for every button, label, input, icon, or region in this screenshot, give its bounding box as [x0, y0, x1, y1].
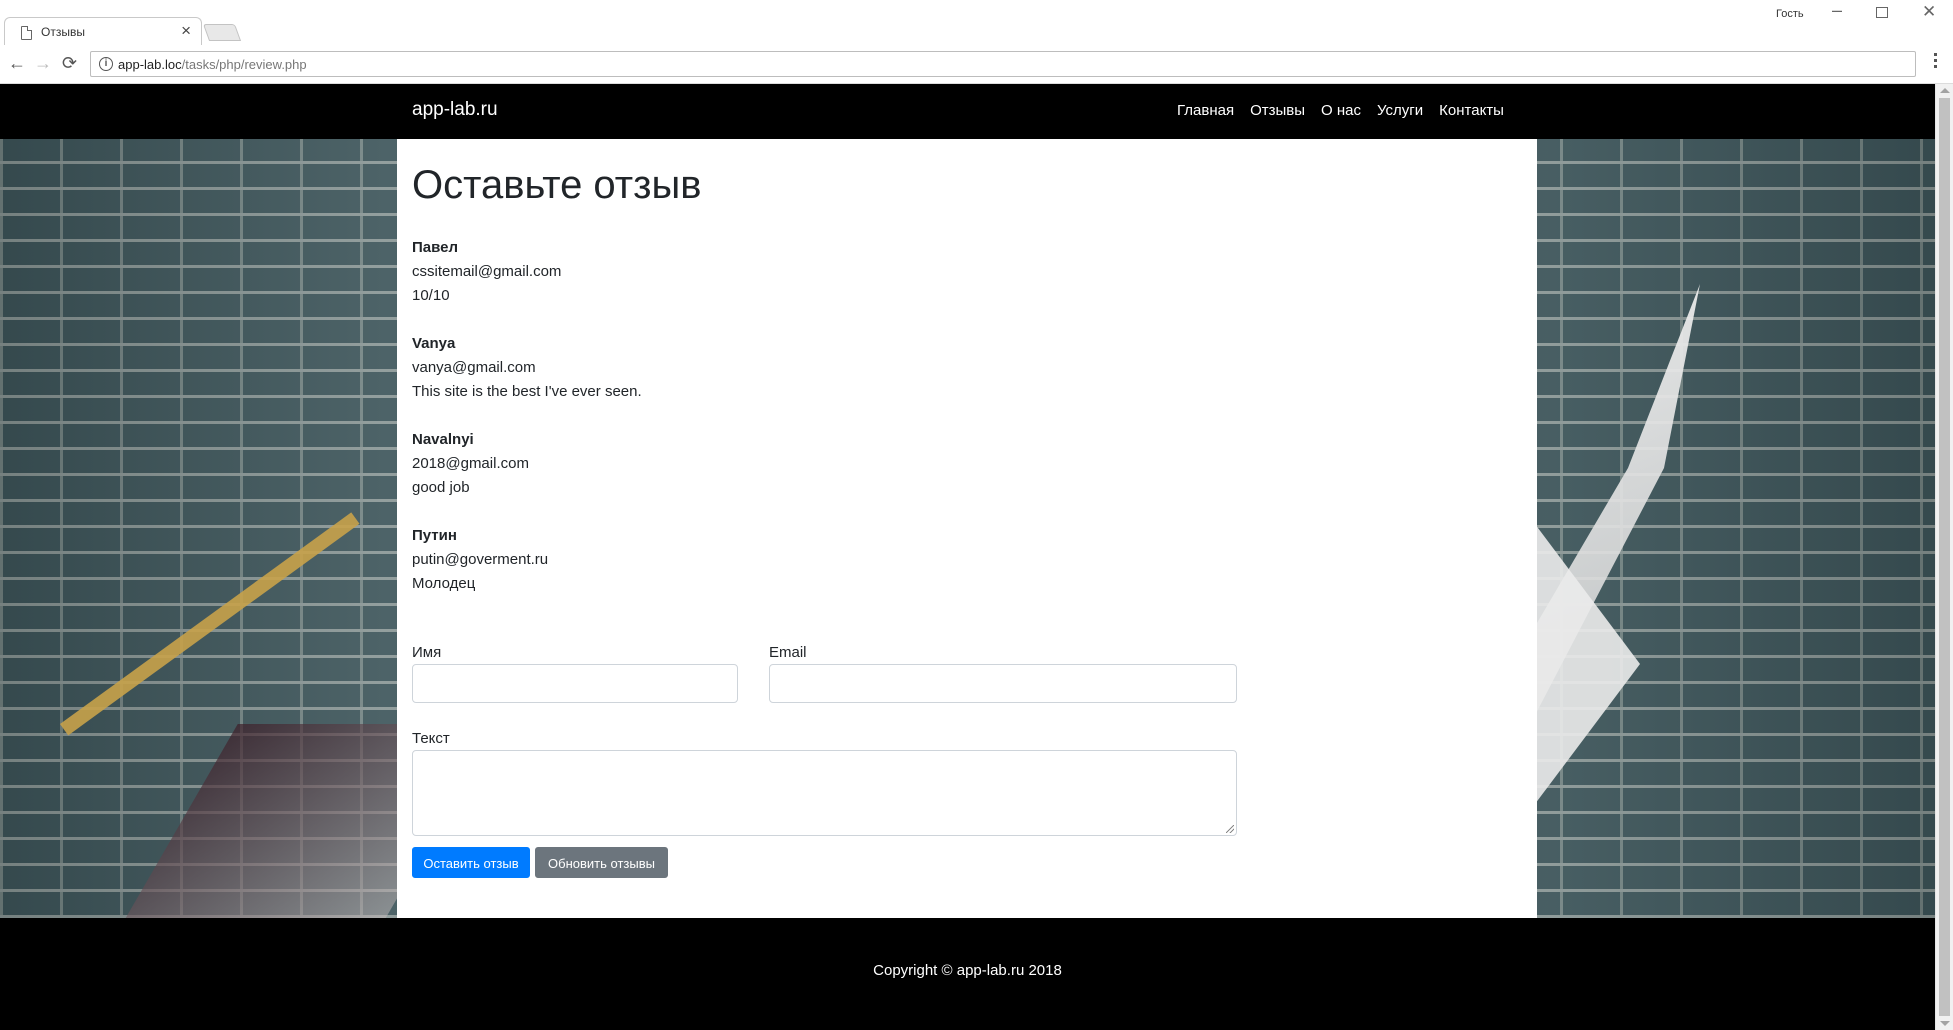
info-icon[interactable]: i [99, 57, 113, 71]
url-path: /tasks/php/review.php [181, 57, 307, 72]
review-list: Павел cssitemail@gmail.com 10/10 Vanya v… [412, 236, 1212, 620]
nav-link-contacts[interactable]: Контакты [1439, 102, 1504, 119]
page-scrollbar[interactable] [1935, 84, 1953, 1030]
site-brand[interactable]: app-lab.ru [412, 99, 498, 121]
forward-arrow-icon[interactable]: → [34, 53, 52, 73]
copyright-text: Copyright © app-lab.ru 2018 [873, 962, 1062, 979]
nav-link-home[interactable]: Главная [1177, 102, 1234, 119]
review-text: This site is the best I've ever seen. [412, 383, 642, 400]
maximize-icon[interactable] [1876, 7, 1888, 18]
page-title: Оставьте отзыв [412, 163, 702, 207]
review-item: Путин putin@goverment.ru Молодец [412, 524, 1212, 596]
email-label: Email [769, 644, 807, 661]
new-tab-button[interactable] [202, 24, 242, 41]
main-content: Оставьте отзыв Павел cssitemail@gmail.co… [397, 139, 1537, 918]
review-author: Vanya [412, 335, 456, 352]
review-email: 2018@gmail.com [412, 455, 529, 472]
review-email: putin@goverment.ru [412, 551, 549, 568]
back-arrow-icon[interactable]: ← [8, 53, 26, 73]
review-item: Vanya vanya@gmail.com This site is the b… [412, 332, 1212, 404]
tab-close-icon[interactable]: × [181, 21, 191, 41]
nav-link-services[interactable]: Услуги [1377, 102, 1423, 119]
submit-review-button[interactable]: Оставить отзыв [412, 847, 530, 878]
scroll-up-icon[interactable] [1940, 88, 1950, 93]
tab-strip: Отзывы × Гость – ✕ [0, 0, 1953, 48]
minimize-icon[interactable]: – [1832, 0, 1842, 21]
close-window-icon[interactable]: ✕ [1922, 2, 1936, 22]
address-bar[interactable]: i app-lab.loc/tasks/php/review.php [90, 51, 1916, 77]
review-email: vanya@gmail.com [412, 359, 536, 376]
nav-link-reviews[interactable]: Отзывы [1250, 102, 1305, 119]
review-email: cssitemail@gmail.com [412, 263, 562, 280]
resize-grip-icon[interactable] [1226, 825, 1234, 833]
nav-links: Главная Отзывы О нас Услуги Контакты [1177, 102, 1520, 119]
url-host: app-lab.loc [118, 57, 182, 72]
browser-toolbar: ← → ⟳ i app-lab.loc/tasks/php/review.php [0, 45, 1953, 84]
name-label: Имя [412, 644, 442, 661]
site-footer: Copyright © app-lab.ru 2018 [0, 918, 1935, 1030]
email-input[interactable] [769, 664, 1237, 703]
review-item: Павел cssitemail@gmail.com 10/10 [412, 236, 1212, 308]
review-text: good job [412, 479, 470, 496]
scroll-thumb[interactable] [1939, 98, 1950, 1016]
text-label: Текст [412, 730, 450, 747]
review-author: Navalnyi [412, 431, 474, 448]
reload-icon[interactable]: ⟳ [62, 53, 77, 73]
site-navbar: app-lab.ru Главная Отзывы О нас Услуги К… [0, 84, 1935, 139]
url-text[interactable]: app-lab.loc/tasks/php/review.php [118, 57, 307, 72]
scroll-down-icon[interactable] [1940, 1021, 1950, 1026]
browser-chrome: Отзывы × Гость – ✕ ← → ⟳ i app-lab.loc/t… [0, 0, 1953, 84]
refresh-reviews-button[interactable]: Обновить отзывы [535, 847, 668, 878]
nav-link-about[interactable]: О нас [1321, 102, 1361, 119]
review-author: Путин [412, 527, 457, 544]
page-icon [21, 26, 32, 40]
text-textarea[interactable] [412, 750, 1237, 836]
tab-title: Отзывы [41, 25, 85, 39]
review-author: Павел [412, 239, 459, 256]
name-input[interactable] [412, 664, 738, 703]
profile-label[interactable]: Гость [1776, 8, 1804, 20]
review-text: Молодец [412, 575, 476, 592]
page-viewport: app-lab.ru Главная Отзывы О нас Услуги К… [0, 84, 1935, 1030]
browser-tab[interactable]: Отзывы × [4, 17, 202, 48]
review-text: 10/10 [412, 287, 450, 304]
review-item: Navalnyi 2018@gmail.com good job [412, 428, 1212, 500]
browser-menu-icon[interactable] [1934, 53, 1938, 71]
